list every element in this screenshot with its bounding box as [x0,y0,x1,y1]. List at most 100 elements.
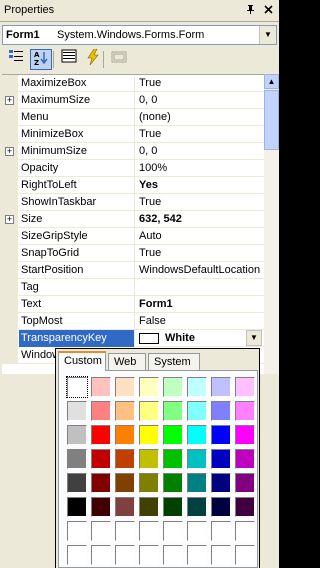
color-cell[interactable] [163,401,183,421]
color-cell[interactable] [67,449,87,469]
scroll-thumb[interactable] [264,90,279,150]
tab-system[interactable]: System [148,353,200,371]
property-value[interactable]: True [139,194,264,211]
color-cell[interactable] [211,377,231,397]
color-cell[interactable] [91,449,111,469]
property-row-sizegripstyle[interactable]: SizeGripStyle Auto [2,228,264,245]
color-cell[interactable] [211,425,231,445]
color-cell[interactable] [67,521,87,541]
color-cell[interactable] [115,497,135,517]
properties-icon[interactable] [58,49,80,70]
color-cell[interactable] [235,497,255,517]
color-cell[interactable] [211,545,231,565]
property-value[interactable]: WindowsDefaultLocation [139,262,264,279]
color-cell[interactable] [235,473,255,493]
color-cell[interactable] [187,473,207,493]
property-value[interactable]: True [139,126,264,143]
color-cell[interactable] [139,521,159,541]
property-value[interactable]: Yes [139,177,264,194]
expand-icon[interactable]: + [5,147,14,156]
color-cell[interactable] [115,545,135,565]
scroll-up-icon[interactable]: ▲ [264,74,279,89]
color-cell[interactable] [235,545,255,565]
color-cell[interactable] [139,425,159,445]
property-row-size[interactable]: + Size 632, 542 [2,211,264,228]
property-pages-icon[interactable] [108,49,130,70]
property-row-startposition[interactable]: StartPosition WindowsDefaultLocation [2,262,264,279]
color-cell[interactable] [163,425,183,445]
events-icon[interactable] [82,48,104,70]
property-row-text[interactable]: Text Form1 [2,296,264,313]
vertical-scrollbar[interactable]: ▲ [264,74,279,374]
color-cell[interactable] [163,521,183,541]
property-value[interactable]: True [139,75,264,92]
property-value[interactable]: False [139,313,264,330]
color-cell[interactable] [91,545,111,565]
color-cell[interactable] [91,473,111,493]
property-value[interactable]: 100% [139,160,264,177]
color-cell[interactable] [139,377,159,397]
color-cell[interactable] [139,497,159,517]
color-cell[interactable] [211,401,231,421]
color-cell[interactable] [187,497,207,517]
close-icon[interactable] [262,4,275,17]
property-value[interactable]: 0, 0 [139,92,264,109]
color-cell[interactable] [91,425,111,445]
property-row-tag[interactable]: Tag [2,279,264,296]
color-cell[interactable] [163,449,183,469]
color-cell[interactable] [66,376,88,398]
color-cell[interactable] [235,377,255,397]
color-cell[interactable] [211,449,231,469]
pin-icon[interactable] [244,4,257,17]
color-cell[interactable] [139,473,159,493]
color-cell[interactable] [67,425,87,445]
property-value[interactable]: True [139,245,264,262]
color-cell[interactable] [163,473,183,493]
color-cell[interactable] [139,401,159,421]
expand-icon[interactable]: + [5,96,14,105]
color-cell[interactable] [187,521,207,541]
color-cell[interactable] [187,449,207,469]
property-row-maximizebox[interactable]: MaximizeBox True [2,75,264,92]
color-cell[interactable] [187,377,207,397]
property-row-transparencykey[interactable]: TransparencyKey White ▼ [2,330,264,347]
color-cell[interactable] [67,497,87,517]
property-row-showintaskbar[interactable]: ShowInTaskbar True [2,194,264,211]
color-cell[interactable] [187,425,207,445]
color-cell[interactable] [139,449,159,469]
color-cell[interactable] [235,521,255,541]
property-value[interactable]: Auto [139,228,264,245]
alphabetical-icon[interactable]: AZ [30,49,52,70]
color-cell[interactable] [115,521,135,541]
property-row-snaptogrid[interactable]: SnapToGrid True [2,245,264,262]
property-row-minimizebox[interactable]: MinimizeBox True [2,126,264,143]
color-cell[interactable] [91,401,111,421]
property-row-minimumsize[interactable]: + MinimumSize 0, 0 [2,143,264,160]
color-cell[interactable] [211,473,231,493]
color-cell[interactable] [115,401,135,421]
color-cell[interactable] [115,473,135,493]
color-cell[interactable] [163,497,183,517]
tab-custom[interactable]: Custom [58,351,106,371]
color-cell[interactable] [187,545,207,565]
color-cell[interactable] [139,545,159,565]
color-cell[interactable] [235,425,255,445]
color-cell[interactable] [163,545,183,565]
chevron-down-icon[interactable]: ▼ [246,330,262,346]
property-row-righttoleft[interactable]: RightToLeft Yes [2,177,264,194]
color-cell[interactable] [163,377,183,397]
property-row-topmost[interactable]: TopMost False [2,313,264,330]
color-cell[interactable] [187,401,207,421]
color-cell[interactable] [115,425,135,445]
chevron-down-icon[interactable]: ▼ [259,26,276,44]
color-cell[interactable] [235,401,255,421]
color-cell[interactable] [67,545,87,565]
color-cell[interactable] [211,521,231,541]
color-cell[interactable] [115,377,135,397]
color-cell[interactable] [91,377,111,397]
property-value[interactable]: (none) [139,109,264,126]
property-value[interactable] [139,279,264,296]
property-value[interactable]: White ▼ [139,330,264,347]
categorized-icon[interactable] [5,49,27,70]
color-cell[interactable] [115,449,135,469]
